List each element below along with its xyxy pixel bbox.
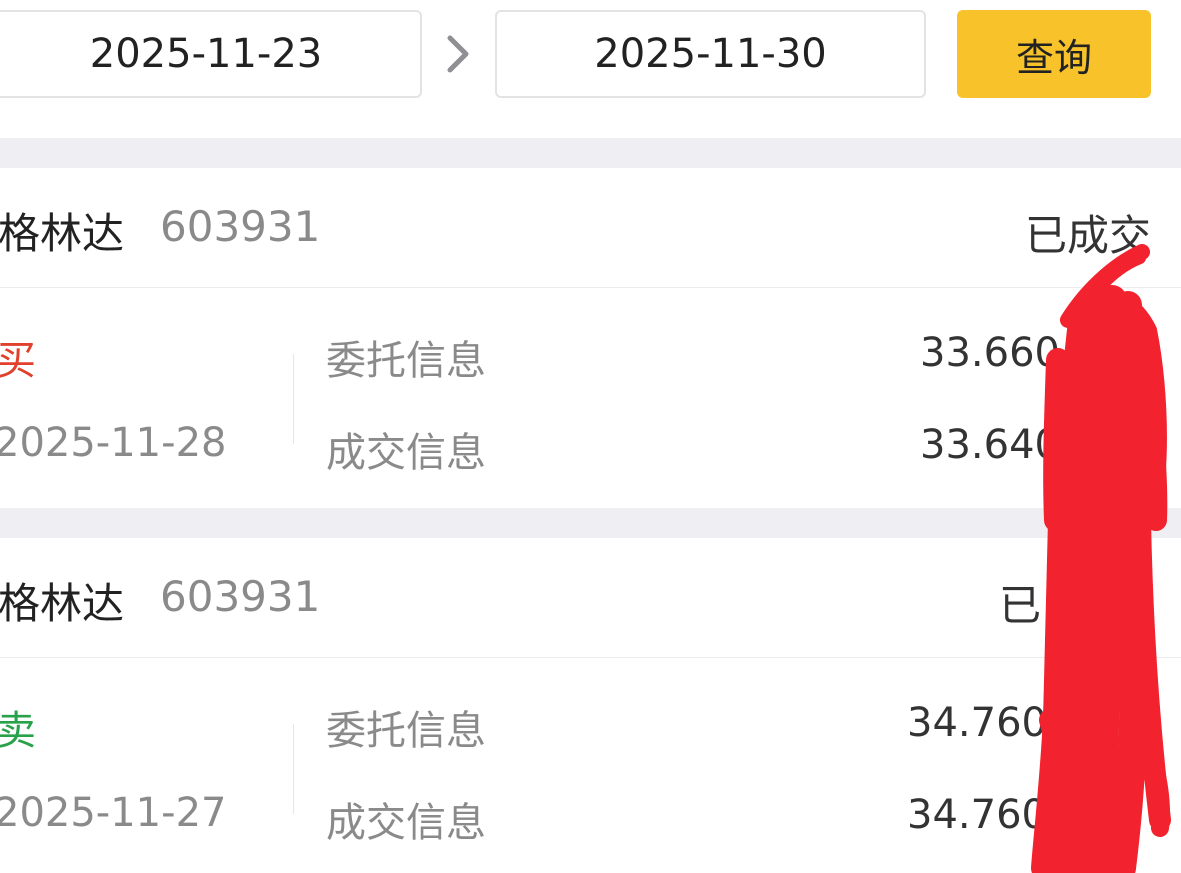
end-date-input[interactable]: 2025-11-30 [495, 10, 926, 98]
deal-price: 34.760 [907, 792, 1047, 838]
stock-name: 格林达 [0, 579, 125, 628]
trade-side-label: 买 [0, 338, 36, 384]
deal-price: 33.640 [920, 422, 1060, 468]
deal-info-label: 成交信息 [326, 430, 486, 476]
stock-code: 603931 [160, 572, 321, 621]
query-button[interactable]: 查询 [957, 10, 1151, 98]
stock-name: 格林达 [0, 209, 125, 258]
trade-date: 2025-11-27 [0, 790, 227, 836]
deal-info-label: 成交信息 [326, 800, 486, 846]
order-card-header: 格林达 603931 已成交 [0, 168, 1181, 288]
stock-code: 603931 [160, 202, 321, 251]
section-divider [0, 138, 1181, 168]
order-status: 已 [998, 581, 1041, 630]
vertical-divider [293, 724, 294, 814]
trade-date: 2025-11-28 [0, 420, 227, 466]
date-filter-bar: 2025-11-23 2025-11-30 查询 [0, 0, 1181, 138]
start-date-input[interactable]: 2025-11-23 [0, 10, 422, 98]
order-history-page: 2025-11-23 2025-11-30 查询 格林达 603931 已成交 … [0, 0, 1181, 873]
entrust-price: 33.660 [920, 330, 1060, 376]
entrust-info-label: 委托信息 [326, 708, 486, 754]
entrust-info-label: 委托信息 [326, 338, 486, 384]
order-status: 已成交 [1024, 211, 1151, 260]
chevron-right-icon [447, 35, 469, 73]
entrust-price: 34.760 [907, 700, 1047, 746]
vertical-divider [293, 354, 294, 444]
trade-side-label: 卖 [0, 708, 36, 754]
order-card-header: 格林达 603931 已 [0, 538, 1181, 658]
section-divider [0, 508, 1181, 538]
order-card[interactable]: 格林达 603931 已成交 买 2025-11-28 委托信息 成交信息 33… [0, 168, 1181, 508]
order-card[interactable]: 格林达 603931 已 卖 2025-11-27 委托信息 成交信息 34.7… [0, 538, 1181, 873]
